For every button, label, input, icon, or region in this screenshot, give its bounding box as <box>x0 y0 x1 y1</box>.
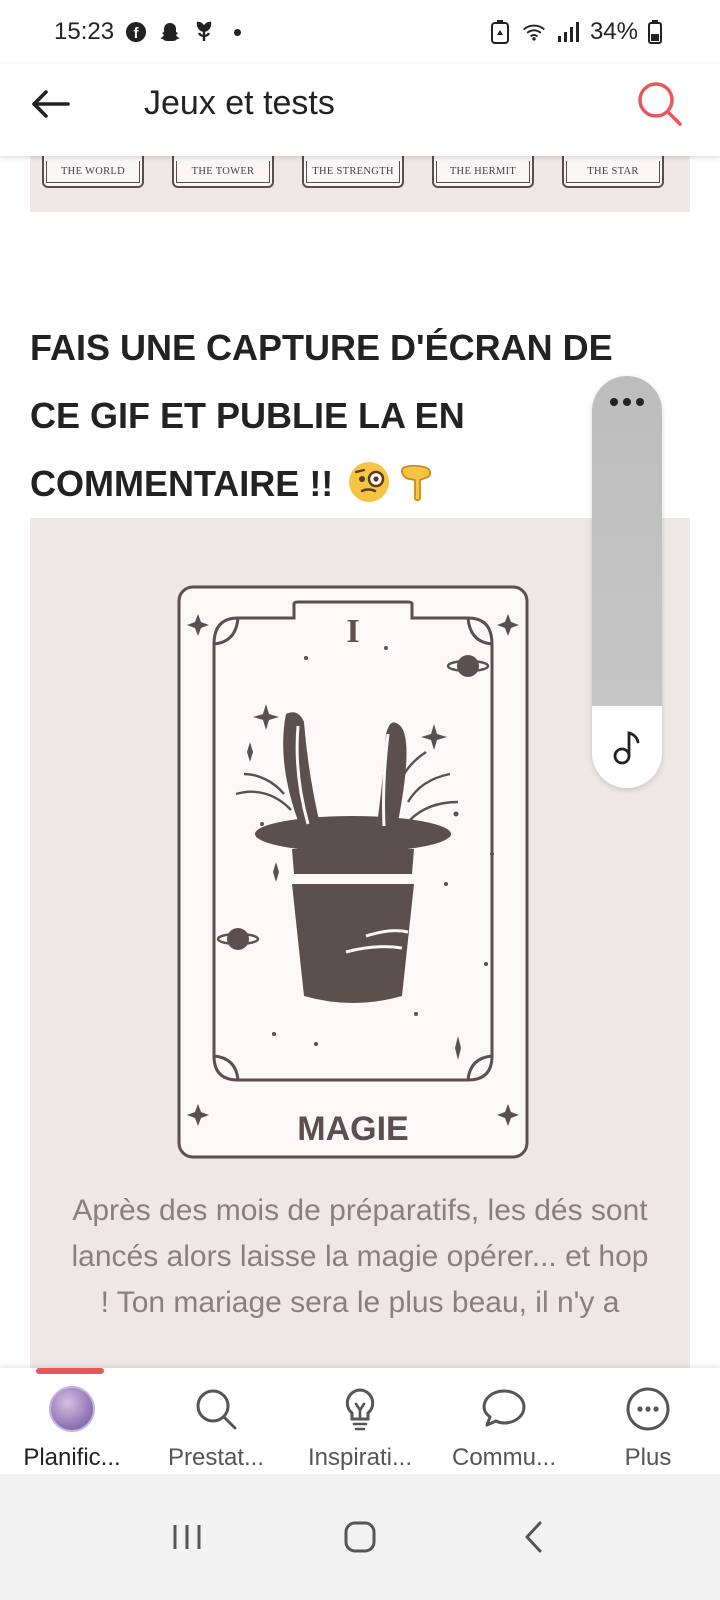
status-left: 15:23 f <box>54 18 242 46</box>
strip-card: THE TOWER <box>172 156 274 188</box>
back-button[interactable] <box>28 82 72 126</box>
nav-label: Inspirati... <box>307 1444 413 1471</box>
back-nav-button[interactable] <box>503 1507 563 1567</box>
flower-app-icon <box>192 20 216 44</box>
status-time: 15:23 <box>54 18 115 45</box>
nav-item-planificateur[interactable]: Planific... <box>0 1368 144 1474</box>
post-title: FAIS UNE CAPTURE D'ÉCRAN DE CE GIF ET PU… <box>30 314 670 518</box>
nav-label: Commu... <box>451 1444 556 1471</box>
nav-item-plus[interactable]: Plus <box>576 1368 720 1474</box>
status-bar: 15:23 f 34% <box>0 0 720 64</box>
nav-item-prestataires[interactable]: Prestat... <box>144 1368 288 1474</box>
home-button[interactable] <box>330 1507 390 1567</box>
page-title: Jeux et tests <box>144 84 335 122</box>
strip-card-label: THE HERMIT <box>436 161 530 183</box>
card-numeral: I <box>346 613 359 650</box>
active-indicator <box>36 1368 104 1374</box>
battery-percent: 34% <box>589 18 638 45</box>
strip-card-label: THE STRENGTH <box>306 161 400 183</box>
avatar <box>49 1386 95 1432</box>
home-icon <box>344 1521 376 1553</box>
arrow-left-icon <box>32 90 70 118</box>
app-header: Jeux et tests <box>0 64 720 156</box>
music-button[interactable] <box>592 706 662 788</box>
battery-icon <box>648 20 662 44</box>
recent-apps-button[interactable] <box>157 1507 217 1567</box>
tarot-strip: THE WORLD THE TOWER THE STRENGTH THE HER… <box>30 156 690 212</box>
search-button[interactable] <box>634 78 686 130</box>
chat-bubble-icon <box>481 1386 527 1432</box>
strip-card: THE HERMIT <box>432 156 534 188</box>
nav-label: Prestat... <box>167 1444 265 1471</box>
system-navigation <box>0 1474 720 1600</box>
face-with-monocle-emoji <box>349 462 390 502</box>
post-title-text: FAIS UNE CAPTURE D'ÉCRAN DE CE GIF ET PU… <box>30 327 613 504</box>
lightbulb-icon <box>337 1386 383 1432</box>
pointing-down-emoji <box>401 464 432 502</box>
strip-card: THE WORLD <box>42 156 144 188</box>
music-note-icon <box>613 731 640 765</box>
strip-card-label: THE STAR <box>566 161 660 183</box>
back-chevron-icon <box>525 1521 542 1553</box>
nav-label: Plus <box>624 1444 672 1471</box>
card-name: MAGIE <box>297 1110 408 1148</box>
search-icon <box>193 1386 239 1432</box>
wifi-icon <box>522 20 546 44</box>
signal-icon <box>556 20 580 44</box>
strip-card: THE STRENGTH <box>302 156 404 188</box>
recycle-icon <box>488 20 512 44</box>
strip-card-label: THE WORLD <box>46 161 140 183</box>
tarot-card-magie: I MAGIE <box>177 585 529 1159</box>
recent-apps-icon <box>173 1525 201 1549</box>
status-right: 34% <box>488 18 662 46</box>
facebook-icon: f <box>124 20 148 44</box>
search-icon <box>638 82 682 126</box>
bottom-navigation: Planific... Prestat... Inspirati... Comm… <box>0 1368 720 1474</box>
card-caption: Après des mois de préparatifs, les dés s… <box>71 1194 649 1319</box>
nav-item-communaute[interactable]: Commu... <box>432 1368 576 1474</box>
more-options-button[interactable] <box>592 376 662 706</box>
snapchat-icon <box>158 20 182 44</box>
nav-item-inspiration[interactable]: Inspirati... <box>288 1368 432 1474</box>
more-circle-icon <box>625 1386 671 1432</box>
strip-card-label: THE TOWER <box>176 161 270 183</box>
strip-card: THE STAR <box>562 156 664 188</box>
more-dots-icon <box>610 398 644 706</box>
tarot-gif: I MAGIE Après des mois de préparatifs, l… <box>30 518 690 1396</box>
notification-dot-icon <box>234 28 242 36</box>
floating-media-controls <box>592 376 662 788</box>
nav-label: Planific... <box>23 1444 121 1471</box>
